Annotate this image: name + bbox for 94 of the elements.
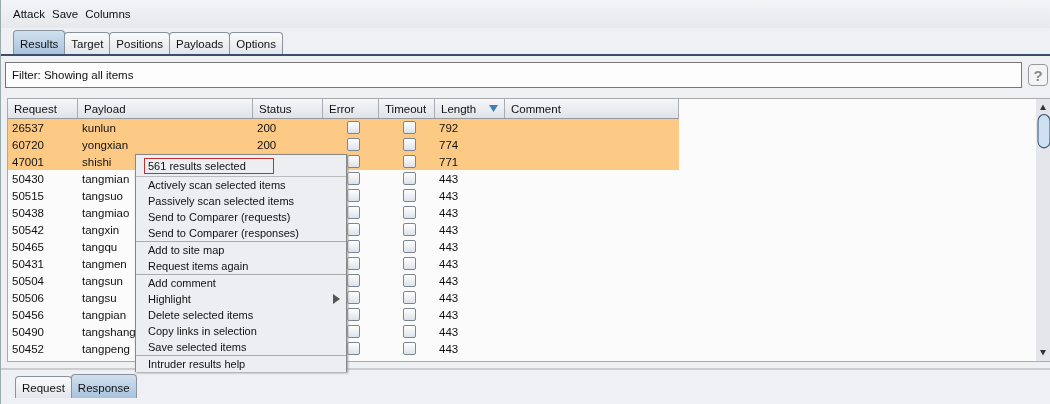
checkbox[interactable] <box>402 257 416 270</box>
checkbox[interactable] <box>402 291 416 304</box>
column-header[interactable]: Length <box>435 99 505 118</box>
submenu-arrow-icon <box>333 294 340 304</box>
table-cell: tangmian <box>82 172 130 185</box>
menu-item[interactable]: Add to site map <box>136 242 346 258</box>
tab[interactable]: Positions <box>109 32 170 54</box>
table-cell: 443 <box>439 206 459 219</box>
table-cell: tangsun <box>82 274 123 287</box>
table-cell: tangsu <box>82 291 117 304</box>
table-cell: 443 <box>439 325 459 338</box>
table-cell[interactable]: 50456 <box>8 306 78 323</box>
checkbox[interactable] <box>402 325 416 338</box>
menu-item[interactable]: Request items again <box>136 258 346 274</box>
table-cell[interactable]: 60720 <box>8 136 78 153</box>
menu-item[interactable]: Copy links in selection <box>136 323 346 339</box>
menu-item[interactable]: Save <box>51 8 79 20</box>
table-cell: 443 <box>439 342 459 355</box>
table-cell[interactable]: 50515 <box>8 187 78 204</box>
checkbox[interactable] <box>402 206 416 219</box>
menu-item[interactable]: Save selected items <box>136 339 346 355</box>
table-cell: 792 <box>439 121 459 134</box>
table-cell: 443 <box>439 189 459 202</box>
checkbox[interactable] <box>346 138 360 151</box>
table-cell[interactable]: 50430 <box>8 170 78 187</box>
column-header[interactable]: Status <box>253 99 323 118</box>
table-cell: tangpian <box>82 308 127 321</box>
menu-item[interactable]: Highlight <box>136 291 346 307</box>
table-cell[interactable]: 50506 <box>8 289 78 306</box>
selection-count: 561 results selected <box>144 158 274 174</box>
tab[interactable]: Payloads <box>169 32 231 54</box>
tab[interactable]: Options <box>229 32 283 54</box>
table-cell: tangqu <box>82 240 118 253</box>
table-cell: kunlun <box>82 121 116 134</box>
table-cell: 443 <box>439 240 459 253</box>
checkbox[interactable] <box>346 121 360 134</box>
table-cell: 443 <box>439 291 459 304</box>
filter-bar[interactable]: Filter: Showing all items <box>5 62 1022 88</box>
sort-icon <box>489 105 498 112</box>
menu-item[interactable]: Intruder results help <box>136 356 346 372</box>
table-cell[interactable]: 50490 <box>8 323 78 340</box>
menu-item[interactable]: Send to Comparer (responses) <box>136 225 346 241</box>
table-cell[interactable]: 50438 <box>8 204 78 221</box>
table-cell: 443 <box>439 257 459 270</box>
table-cell[interactable]: 50504 <box>8 272 78 289</box>
checkbox[interactable] <box>402 240 416 253</box>
column-header[interactable]: Payload <box>78 99 253 118</box>
table-cell: tangpeng <box>82 342 130 355</box>
tab[interactable]: Results <box>13 30 66 54</box>
menu-item[interactable]: Actively scan selected items <box>136 177 346 193</box>
checkbox[interactable] <box>402 308 416 321</box>
column-header[interactable]: Error <box>323 99 379 118</box>
table-cell[interactable]: 50452 <box>8 340 78 357</box>
table-cell: tangshang <box>82 325 136 338</box>
table-cell: shishi <box>82 155 112 168</box>
table-cell: 443 <box>439 274 459 287</box>
checkbox[interactable] <box>402 223 416 236</box>
table-cell: 200 <box>257 121 277 134</box>
table-cell[interactable]: 26537 <box>8 119 78 136</box>
table-cell[interactable]: 50542 <box>8 221 78 238</box>
scrollbar[interactable] <box>1036 99 1050 361</box>
menu-item[interactable]: Columns <box>85 8 131 20</box>
table-cell[interactable]: 47001 <box>8 153 78 170</box>
table-cell: 443 <box>439 223 459 236</box>
column-header[interactable]: Request <box>8 99 78 118</box>
table-cell[interactable]: 50465 <box>8 238 78 255</box>
tab[interactable]: Request <box>15 376 72 398</box>
checkbox[interactable] <box>402 155 416 168</box>
table-cell: 443 <box>439 172 459 185</box>
table-cell: tangmen <box>82 257 127 270</box>
menu-item[interactable]: Delete selected items <box>136 307 346 323</box>
checkbox[interactable] <box>402 138 416 151</box>
checkbox[interactable] <box>402 189 416 202</box>
menu-item[interactable]: Passively scan selected items <box>136 193 346 209</box>
checkbox[interactable] <box>402 342 416 355</box>
table-cell: 774 <box>439 138 459 151</box>
table-cell: tangsuo <box>82 189 123 202</box>
tab[interactable]: Response <box>70 374 137 398</box>
column-header[interactable]: Comment <box>505 99 679 118</box>
table-cell: yongxian <box>82 138 129 151</box>
table-cell: 200 <box>257 138 277 151</box>
table-cell[interactable]: 50431 <box>8 255 78 272</box>
column-header[interactable]: Timeout <box>379 99 435 118</box>
checkbox[interactable] <box>402 172 416 185</box>
table-cell: 443 <box>439 308 459 321</box>
table-cell: 771 <box>439 155 459 168</box>
menu-item[interactable]: Attack <box>13 8 45 20</box>
menu-item[interactable]: Add comment <box>136 275 346 291</box>
menu-item[interactable]: Send to Comparer (requests) <box>136 209 346 225</box>
table-cell: tangmiao <box>82 206 130 219</box>
checkbox[interactable] <box>402 274 416 287</box>
tab[interactable]: Target <box>64 32 111 54</box>
checkbox[interactable] <box>402 121 416 134</box>
table-cell: tangxin <box>82 223 120 236</box>
